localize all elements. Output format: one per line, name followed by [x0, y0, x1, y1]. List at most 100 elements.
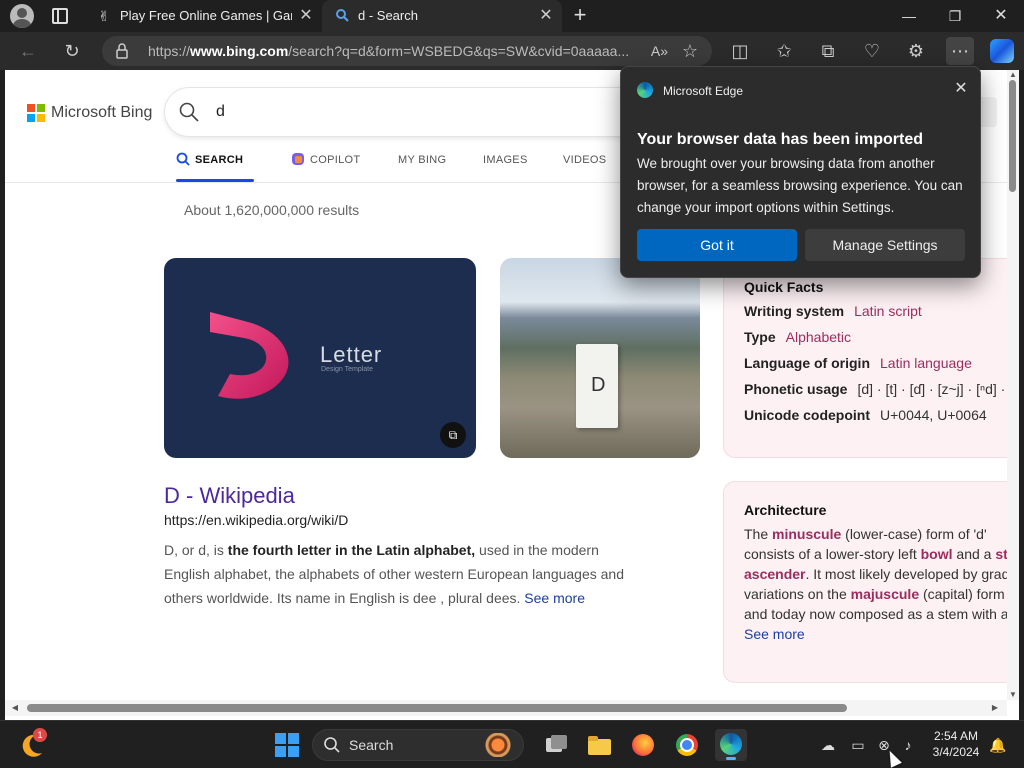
games-favicon-icon: ✌ — [98, 8, 110, 24]
import-notification-popup: Microsoft Edge ✕ Your browser data has b… — [620, 66, 981, 278]
restore-button[interactable]: ❐ — [932, 0, 978, 32]
fact-row: Language of origin Latin language — [744, 355, 972, 371]
clock-date: 3/4/2024 — [932, 745, 980, 759]
firefox-icon[interactable] — [627, 729, 659, 761]
extensions-icon[interactable]: ⚙ — [902, 37, 930, 65]
tab-search[interactable]: SEARCH — [176, 150, 254, 182]
quick-facts-title: Quick Facts — [744, 279, 824, 295]
scroll-thumb[interactable] — [1009, 80, 1016, 192]
tab-my-bing[interactable]: MY BING — [398, 150, 446, 182]
pink-d-logo — [210, 312, 289, 399]
chrome-icon[interactable] — [671, 729, 703, 761]
scroll-thumb[interactable] — [27, 704, 847, 712]
fact-row: Type Alphabetic — [744, 329, 852, 345]
tab-images[interactable]: IMAGES — [483, 150, 528, 182]
popup-close-icon[interactable]: ✕ — [951, 79, 971, 99]
result-url[interactable]: https://en.wikipedia.org/wiki/D — [164, 512, 348, 528]
start-button[interactable] — [275, 733, 299, 757]
favorites-icon[interactable]: ✩ — [770, 37, 798, 65]
notifications-icon[interactable]: 🔔 — [988, 735, 1008, 755]
got-it-button[interactable]: Got it — [637, 229, 797, 261]
popup-body: We brought over your browsing data from … — [637, 156, 963, 215]
refresh-button[interactable]: ↻ — [58, 37, 86, 65]
volume-icon[interactable]: ♪ — [898, 735, 918, 755]
system-clock[interactable]: 2:54 AM 3/4/2024 — [926, 728, 986, 760]
image-title-text: Letter — [320, 342, 383, 367]
new-tab-button[interactable]: + — [568, 0, 592, 32]
vertical-scrollbar[interactable]: ▲ ▼ — [1007, 70, 1019, 700]
file-explorer-icon[interactable] — [583, 729, 615, 761]
search-highlight-icon — [481, 733, 515, 757]
fact-link[interactable]: Alphabetic — [786, 329, 851, 345]
fact-row: Phonetic usage [d] · [t] · [ɗ] · [z~j] · … — [744, 381, 1014, 397]
microsoft-logo-icon — [27, 104, 45, 122]
fact-link[interactable]: Latin script — [854, 303, 922, 319]
scroll-right-icon[interactable]: ▶ — [989, 700, 1001, 716]
tab-games[interactable]: ✌ Play Free Online Games | Games ✕ — [84, 0, 322, 32]
minimize-button[interactable]: — — [886, 0, 932, 32]
widget-badge: 1 — [33, 728, 47, 742]
popup-title: Your browser data has been imported — [637, 131, 923, 148]
search-query: d — [216, 103, 225, 120]
fact-link[interactable]: Latin language — [880, 355, 972, 371]
manage-settings-button[interactable]: Manage Settings — [805, 229, 965, 261]
profile-avatar-icon[interactable] — [10, 4, 34, 28]
task-view-icon[interactable] — [540, 729, 572, 761]
display-icon[interactable]: ▭ — [848, 735, 868, 755]
search-icon — [179, 102, 199, 122]
url-text: https://www.bing.com/search?q=d&form=WSB… — [148, 43, 630, 59]
lock-icon — [116, 43, 128, 59]
architecture-title: Architecture — [744, 502, 827, 518]
onedrive-icon[interactable]: ☁ — [818, 735, 838, 755]
stone-marker: D — [576, 344, 618, 428]
term-link[interactable]: bowl — [921, 546, 953, 562]
tab-copilot[interactable]: COPILOT — [291, 150, 360, 182]
clock-time: 2:54 AM — [933, 729, 979, 743]
tab-strip: ✌ Play Free Online Games | Games ✕ d - S… — [0, 0, 1024, 32]
term-link[interactable]: minuscule — [772, 526, 841, 542]
quick-facts-card: Quick Facts Writing system Latin script T… — [723, 258, 1019, 458]
scroll-down-icon[interactable]: ▼ — [1007, 690, 1019, 700]
close-window-button[interactable]: ✕ — [978, 0, 1024, 32]
back-button[interactable]: ← — [14, 37, 42, 65]
horizontal-scrollbar[interactable]: ◀ ▶ — [5, 700, 1007, 716]
settings-more-button[interactable]: ⋯ — [946, 37, 974, 65]
see-more-link[interactable]: See more — [744, 626, 805, 642]
letter-template-image[interactable]: Letter Design Template ⧉ — [164, 258, 476, 458]
copilot-icon[interactable] — [990, 39, 1014, 63]
performance-icon[interactable]: ♡ — [858, 37, 886, 65]
mountain-marker-image[interactable]: D — [500, 258, 700, 458]
fact-value: [d] · [t] · [ɗ] · [z~j] · [ⁿd] · [ — [857, 381, 1014, 397]
result-count: About 1,620,000,000 results — [184, 202, 360, 218]
collections-icon[interactable]: ⧉ — [814, 37, 842, 65]
result-snippet: D, or d, is the fourth letter in the Lat… — [164, 542, 625, 606]
edge-logo-icon — [637, 82, 653, 98]
architecture-card: Architecture The minuscule (lower-case) … — [723, 481, 1019, 683]
tab-close-icon[interactable]: ✕ — [538, 0, 554, 32]
scroll-up-icon[interactable]: ▲ — [1007, 70, 1019, 80]
expand-image-icon[interactable]: ⧉ — [440, 422, 466, 448]
split-screen-icon[interactable]: ◫ — [726, 37, 754, 65]
result-title-link[interactable]: D - Wikipedia — [164, 483, 295, 509]
scroll-left-icon[interactable]: ◀ — [9, 700, 21, 716]
term-link[interactable]: majuscule — [851, 586, 919, 602]
tab-search[interactable]: d - Search ✕ — [322, 0, 562, 32]
favorite-star-icon[interactable]: ☆ — [682, 36, 698, 66]
fact-row: Writing system Latin script — [744, 303, 922, 319]
popup-app-name: Microsoft Edge — [663, 84, 744, 98]
tab-close-icon[interactable]: ✕ — [298, 0, 314, 32]
tab-videos[interactable]: VIDEOS — [563, 150, 606, 182]
taskbar: 1 Search ☁ ▭ ⊗ ♪ 2:54 AM 3/4/2024 🔔 — [0, 720, 1024, 768]
tab-title: d - Search — [358, 8, 418, 23]
read-aloud-icon[interactable]: A» — [651, 36, 668, 66]
search-icon — [324, 737, 340, 753]
edge-icon[interactable] — [715, 729, 747, 761]
fact-value: U+0044, U+0064 — [880, 407, 987, 423]
architecture-text: The minuscule (lower-case) form of 'd' c… — [744, 524, 1019, 644]
taskbar-search[interactable]: Search — [312, 729, 524, 761]
address-bar[interactable]: https://www.bing.com/search?q=d&form=WSB… — [102, 36, 712, 66]
image-subtitle-text: Design Template — [321, 366, 374, 373]
see-more-link[interactable]: See more — [524, 590, 585, 606]
fact-row: Unicode codepoint U+0044, U+0064 — [744, 407, 987, 423]
tab-actions-icon[interactable] — [52, 8, 68, 24]
